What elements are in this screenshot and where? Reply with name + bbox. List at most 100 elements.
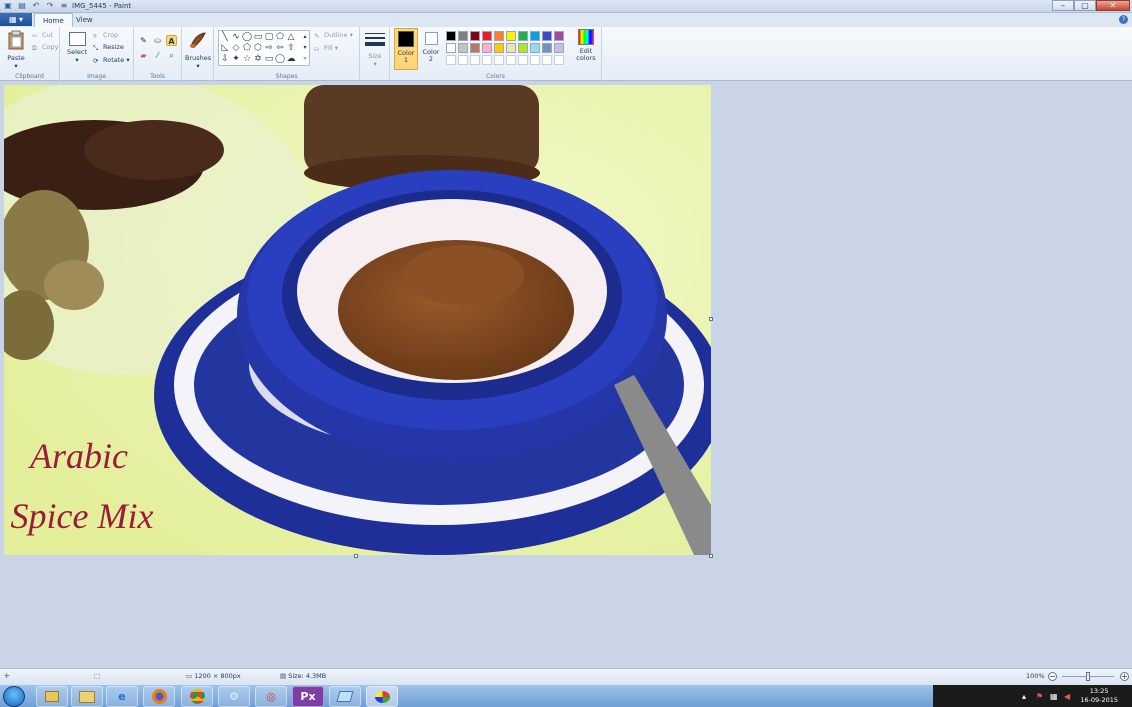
taskbar-window-app-icon[interactable] [329,686,361,707]
zoom-slider-thumb[interactable] [1086,672,1090,681]
custom-color-swatch[interactable] [506,55,516,65]
select-dropdown-icon[interactable]: ▾ [66,56,88,64]
palette-color-swatch[interactable] [554,43,564,53]
edit-colors-button[interactable]: Edit colors [574,29,598,71]
color2-button[interactable]: Color 2 [420,28,442,70]
palette-color-swatch[interactable] [458,43,468,53]
palette-color-swatch[interactable] [470,31,480,41]
taskbar-explorer-icon[interactable] [36,686,68,707]
redo-icon[interactable]: ↷ [45,1,55,11]
resize-handle-bottom[interactable] [354,554,358,558]
clock[interactable]: 13:25 16-09-2015 [1080,687,1118,705]
crop-button[interactable]: ⌗ Crop [93,31,118,40]
customize-qat-icon[interactable]: ≡ [59,1,69,11]
paste-dropdown-icon[interactable]: ▾ [4,62,28,70]
outline-button[interactable]: ✎ Outline ▾ [314,31,353,40]
custom-color-swatch[interactable] [518,55,528,65]
brushes-dropdown-icon[interactable]: ▾ [185,62,211,70]
taskbar-px-app-icon[interactable]: Px [292,686,324,707]
oval-shape-icon[interactable]: ◯ [242,32,252,42]
taskbar-paint-icon[interactable] [366,686,398,707]
taskbar-settings-app-icon[interactable]: ⚙ [218,686,250,707]
custom-color-swatch[interactable] [542,55,552,65]
four-point-star-shape-icon[interactable]: ✦ [231,54,241,64]
brushes-button[interactable]: Brushes ▾ [185,30,211,70]
cloud-callout-shape-icon[interactable]: ☁ [286,54,296,64]
line-shape-icon[interactable]: ╲ [220,32,230,42]
callout-rectangle-shape-icon[interactable]: ▭ [264,54,274,64]
palette-color-swatch[interactable] [506,31,516,41]
close-button[interactable]: ✕ [1096,0,1130,11]
palette-color-swatch[interactable] [458,31,468,41]
palette-color-swatch[interactable] [482,31,492,41]
fill-bucket-icon[interactable]: ⛀ [152,35,163,46]
taskbar-internet-explorer-icon[interactable]: e [106,686,138,707]
palette-color-swatch[interactable] [530,43,540,53]
rounded-rectangle-shape-icon[interactable]: ▢ [264,32,274,42]
zoom-out-button[interactable]: − [1048,672,1057,681]
size-dropdown-icon[interactable]: ▾ [364,60,386,68]
palette-color-swatch[interactable] [542,43,552,53]
select-button[interactable]: Select ▾ [66,32,88,64]
text-tool-icon[interactable]: A [166,35,177,46]
palette-color-swatch[interactable] [446,43,456,53]
network-icon[interactable]: ▦ [1050,692,1058,701]
five-point-star-shape-icon[interactable]: ☆ [242,54,252,64]
show-hidden-icons-icon[interactable]: ▴ [1022,692,1026,701]
fill-button[interactable]: ⛀ Fill ▾ [314,44,338,53]
start-button[interactable] [3,686,25,707]
pentagon-shape-icon[interactable]: ⬠ [242,43,252,53]
save-icon[interactable]: ▤ [17,1,27,11]
palette-color-swatch[interactable] [446,31,456,41]
palette-color-swatch[interactable] [494,43,504,53]
custom-color-swatch[interactable] [458,55,468,65]
minimize-button[interactable]: – [1052,0,1074,11]
magnifier-icon[interactable]: ⌕ [166,50,177,61]
palette-color-swatch[interactable] [482,43,492,53]
tab-home[interactable]: Home [34,13,73,27]
undo-icon[interactable]: ↶ [31,1,41,11]
copy-button[interactable]: ⧉ Copy [32,43,59,52]
diamond-shape-icon[interactable]: ◇ [231,43,241,53]
taskbar-circle-app-icon[interactable]: ◎ [255,686,287,707]
action-center-icon[interactable]: ⚑ [1036,692,1043,701]
hexagon-shape-icon[interactable]: ⬡ [253,43,263,53]
color-picker-icon[interactable]: ⁄ [152,50,163,61]
taskbar-chrome-icon[interactable] [181,686,213,707]
palette-color-swatch[interactable] [530,31,540,41]
resize-handle-right[interactable] [709,317,713,321]
volume-icon[interactable]: ◀ [1064,692,1070,701]
right-arrow-shape-icon[interactable]: ⇨ [264,43,274,53]
paint-menu-button[interactable]: ▦ ▾ [0,13,32,26]
shapes-scroll-down-icon[interactable]: ▾ [300,43,310,53]
eraser-icon[interactable]: ▰ [138,50,149,61]
polygon-shape-icon[interactable]: ⬠ [275,32,285,42]
six-point-star-shape-icon[interactable]: ✡ [253,54,263,64]
taskbar-file-manager-icon[interactable] [71,686,103,707]
taskbar-firefox-icon[interactable] [143,686,175,707]
callout-oval-shape-icon[interactable]: ◯ [275,54,285,64]
tab-view[interactable]: View [68,13,101,27]
palette-color-swatch[interactable] [518,43,528,53]
help-icon[interactable]: ? [1119,15,1128,24]
palette-color-swatch[interactable] [506,43,516,53]
maximize-button[interactable]: ▢ [1074,0,1096,11]
custom-color-swatch[interactable] [494,55,504,65]
drawing-canvas[interactable]: Arabic Spice Mix [4,85,711,555]
triangle-shape-icon[interactable]: △ [286,32,296,42]
color1-button[interactable]: Color 1 [394,28,418,70]
palette-color-swatch[interactable] [518,31,528,41]
shapes-scroll-up-icon[interactable]: ▴ [300,32,310,42]
paste-button[interactable]: Paste ▾ [4,30,28,70]
rotate-button[interactable]: ⟳ Rotate ▾ [93,56,130,65]
zoom-in-button[interactable]: + [1120,672,1129,681]
up-arrow-shape-icon[interactable]: ⇧ [286,43,296,53]
palette-color-swatch[interactable] [542,31,552,41]
rectangle-shape-icon[interactable]: ▭ [253,32,263,42]
cut-button[interactable]: ✂ Cut [32,31,53,40]
pencil-icon[interactable]: ✎ [138,35,149,46]
canvas-workspace[interactable]: Arabic Spice Mix [0,81,1132,668]
down-arrow-shape-icon[interactable]: ⇩ [220,54,230,64]
left-arrow-shape-icon[interactable]: ⇦ [275,43,285,53]
curve-shape-icon[interactable]: ∿ [231,32,241,42]
